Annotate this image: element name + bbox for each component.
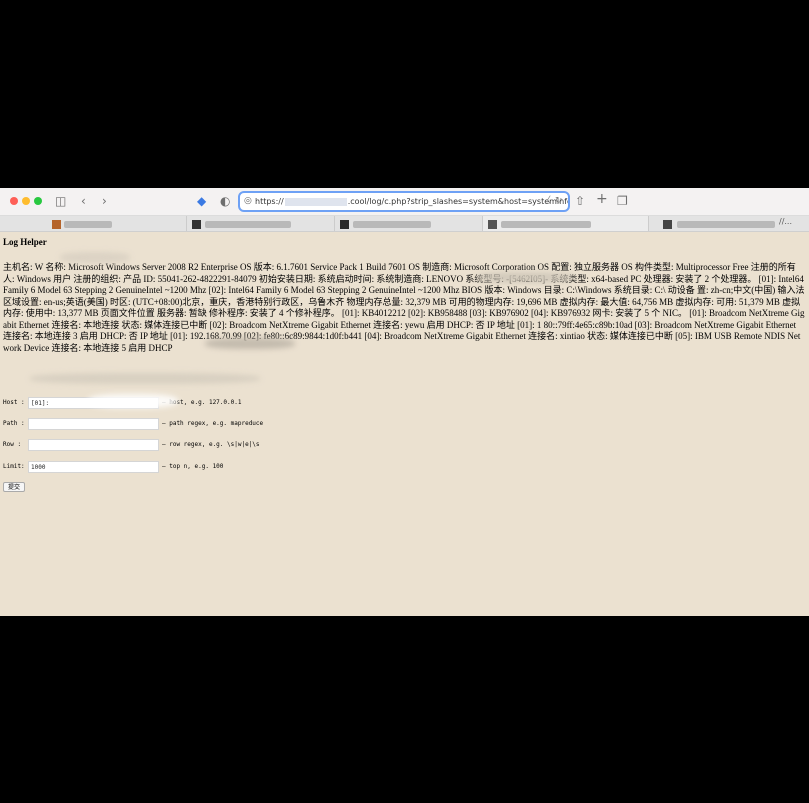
- tab-strip: //...: [0, 216, 809, 232]
- redaction-smudge: [30, 373, 260, 384]
- tab-title-redacted: [353, 221, 431, 228]
- limit-hint: — top n, e.g. 100: [162, 463, 224, 470]
- minimize-window-button[interactable]: [22, 197, 30, 205]
- tab-overview-icon[interactable]: ❐: [617, 193, 628, 209]
- new-tab-plus-icon[interactable]: +: [596, 191, 608, 207]
- tab-3[interactable]: [335, 216, 483, 231]
- tab-1[interactable]: [0, 216, 187, 231]
- back-arrow-icon[interactable]: ‹: [81, 193, 86, 209]
- redaction-smudge: [205, 338, 295, 349]
- forward-arrow-icon[interactable]: ›: [102, 193, 107, 209]
- path-input[interactable]: [28, 418, 159, 430]
- path-label: Path :: [3, 420, 25, 427]
- page-title: Log Helper: [3, 237, 47, 247]
- tab-favicon-icon: [52, 220, 61, 229]
- tab-title-redacted: [205, 221, 291, 228]
- shield-privacy-icon[interactable]: ◐: [220, 193, 230, 209]
- tab-2[interactable]: [187, 216, 335, 231]
- tab-title-fragment: //...: [779, 217, 793, 226]
- limit-label: Limit:: [3, 463, 25, 470]
- share-icon[interactable]: ⇧: [575, 193, 585, 209]
- sidebar-toggle-icon[interactable]: ◫: [55, 193, 66, 209]
- address-url: https://.cool/log/c.php?strip_slashes=sy…: [255, 197, 570, 206]
- row-input[interactable]: [28, 439, 159, 451]
- tab-favicon-icon: [663, 220, 672, 229]
- tab-title-redacted: [501, 221, 591, 228]
- stack-layers-icon[interactable]: ◆: [197, 193, 206, 209]
- browser-window: ◫ ‹ › ◆ ◐ ◎ https://.cool/log/c.php?stri…: [0, 188, 809, 616]
- globe-icon: ◎: [244, 196, 252, 206]
- path-hint: — path regex, e.g. mapreduce: [162, 420, 264, 427]
- redacted-domain: [284, 197, 347, 206]
- tab-title-redacted: [677, 221, 775, 228]
- tab-title-redacted: [64, 221, 112, 228]
- tab-4-active[interactable]: [483, 216, 649, 231]
- host-label: Host :: [3, 399, 25, 406]
- tab-favicon-icon: [192, 220, 201, 229]
- zoom-window-button[interactable]: [34, 197, 42, 205]
- redaction-smudge: [88, 394, 178, 408]
- row-hint: — row regex, e.g. \s|w|e|\s: [162, 441, 260, 448]
- submit-button[interactable]: 提交: [3, 482, 26, 492]
- tab-favicon-icon: [340, 220, 349, 229]
- close-window-button[interactable]: [10, 197, 18, 205]
- translate-icon[interactable]: 〈: [542, 193, 551, 210]
- tab-5[interactable]: //...: [649, 216, 809, 231]
- row-label: Row :: [3, 441, 22, 448]
- address-bar[interactable]: ◎ https://.cool/log/c.php?strip_slashes=…: [238, 191, 570, 212]
- redaction-smudge: [475, 272, 575, 283]
- reload-icon[interactable]: ↻: [555, 193, 563, 210]
- tab-favicon-icon: [488, 220, 497, 229]
- limit-input[interactable]: [28, 461, 159, 473]
- browser-toolbar: ◫ ‹ › ◆ ◐ ◎ https://.cool/log/c.php?stri…: [0, 188, 809, 216]
- redaction-smudge: [60, 252, 130, 263]
